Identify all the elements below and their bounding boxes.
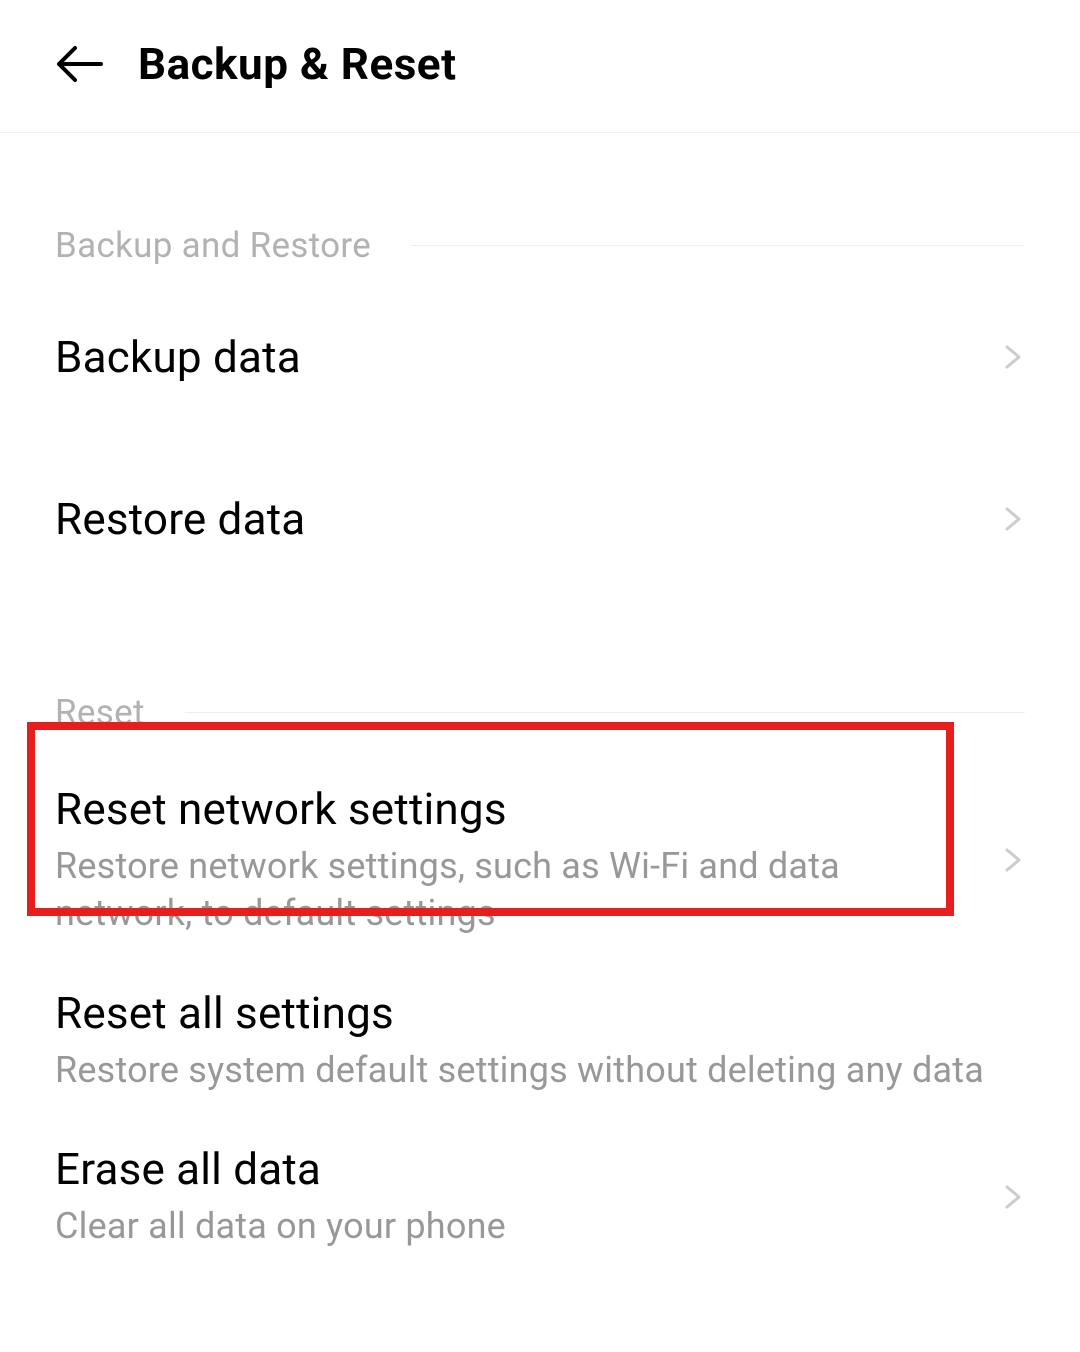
list-item-title: Restore data (55, 493, 991, 545)
section-label: Backup and Restore (55, 225, 371, 266)
chevron-right-icon (1001, 345, 1025, 369)
page-title: Backup & Reset (138, 38, 456, 90)
list-item-title: Reset all settings (55, 987, 1025, 1039)
content-area: Backup and Restore Backup data Restore d… (0, 133, 1080, 1276)
section-label: Reset (55, 692, 145, 733)
list-item-text: Reset all settings Restore system defaul… (55, 987, 1025, 1094)
list-item-title: Erase all data (55, 1143, 991, 1195)
backup-data-item[interactable]: Backup data (55, 276, 1025, 438)
list-item-subtitle: Clear all data on your phone (55, 1203, 991, 1250)
section-reset: Reset Reset network settings Restore net… (55, 600, 1025, 1276)
section-header-backup: Backup and Restore (55, 133, 1025, 266)
list-item-title: Backup data (55, 331, 991, 383)
chevron-right-icon (1001, 1185, 1025, 1209)
chevron-right-icon (1001, 507, 1025, 531)
restore-data-item[interactable]: Restore data (55, 438, 1025, 600)
list-item-subtitle: Restore system default settings without … (55, 1047, 1025, 1094)
erase-all-data-item[interactable]: Erase all data Clear all data on your ph… (55, 1128, 1025, 1276)
header-bar: Backup & Reset (0, 0, 1080, 133)
list-item-title: Reset network settings (55, 783, 991, 835)
reset-all-settings-item[interactable]: Reset all settings Restore system defaul… (55, 972, 1025, 1129)
list-item-text: Restore data (55, 493, 991, 545)
chevron-right-icon (1001, 848, 1025, 872)
reset-network-settings-item[interactable]: Reset network settings Restore network s… (55, 743, 1025, 972)
divider-line (411, 245, 1025, 246)
list-item-text: Erase all data Clear all data on your ph… (55, 1143, 991, 1250)
list-item-text: Backup data (55, 331, 991, 383)
list-item-subtitle: Restore network settings, such as Wi-Fi … (55, 843, 991, 937)
list-item-text: Reset network settings Restore network s… (55, 783, 991, 937)
section-header-reset: Reset (55, 600, 1025, 733)
back-arrow-icon (55, 45, 103, 83)
back-button[interactable] (55, 40, 103, 88)
divider-line (185, 712, 1025, 713)
